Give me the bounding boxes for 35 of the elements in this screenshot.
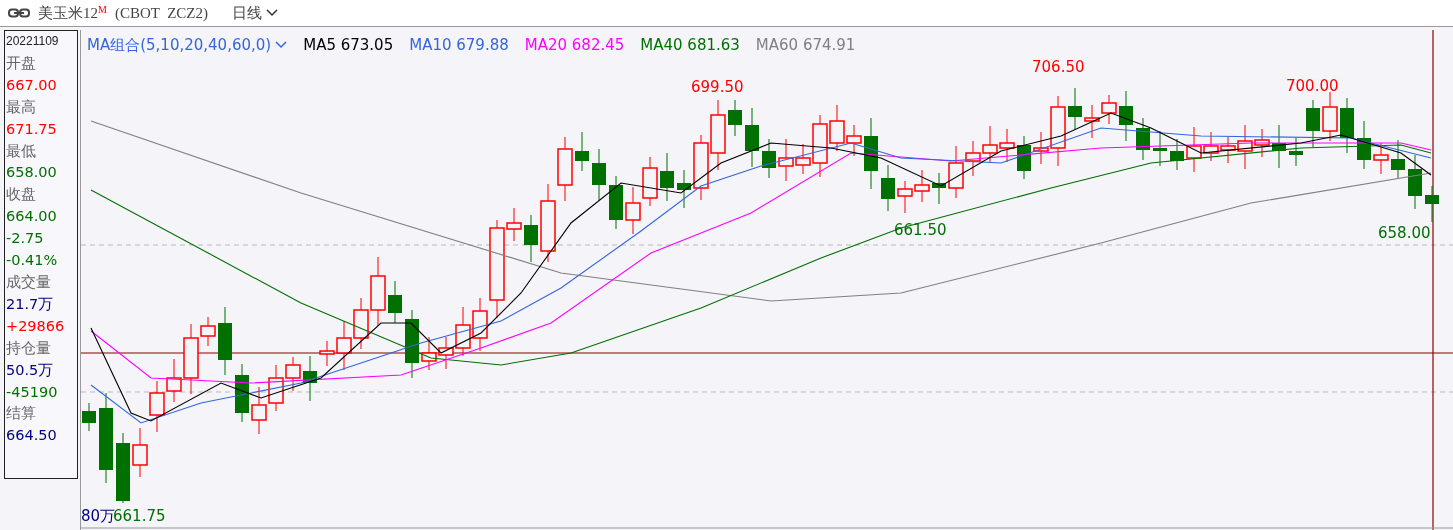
field-label: 最高 [6,97,37,117]
field-value: +29866 [6,316,66,336]
price-label: 661.50 [894,223,947,238]
field-label: 收盘 [6,185,37,205]
field-label: 结算 [6,404,37,424]
price-label: 706.50 [1032,60,1085,75]
price-label: 658.00 [1378,226,1431,241]
indicator-value: MA20 682.45 [524,35,625,56]
price-label: 699.50 [691,80,744,95]
indicator-selector[interactable]: MA组合(5,10,20,40,60,0) [87,34,288,57]
field-value: 664.50 [6,426,58,446]
field-value: 21.7万 [6,294,55,314]
indicator-value: MA60 674.91 [755,35,856,56]
period-dropdown[interactable]: 日线 [231,1,278,25]
field-label: 开盘 [6,53,37,73]
price-label: 661.75 [113,509,166,524]
field-value: 50.5万 [6,360,55,380]
field-label: 持仓量 [6,338,52,358]
field-value: 658.00 [6,163,58,183]
indicator-value: MA5 673.05 [303,35,394,56]
field-value: 664.00 [6,207,58,227]
instrument-code: (CBOT ZCZ2) [114,3,208,23]
field-value: 671.75 [6,119,58,139]
axis-label: 80万 [81,509,116,524]
field-value: -2.75 [6,229,45,249]
date-text: 20221109 [6,33,60,50]
field-value: -0.41% [6,251,59,271]
price-label: 700.00 [1286,79,1339,94]
field-value: -45190 [6,382,59,402]
field-label: 成交量 [6,272,52,292]
instrument-title: 美玉米12$^{M}$ [38,2,107,23]
field-label: 最低 [6,141,37,161]
indicator-value: MA40 681.63 [640,35,740,56]
field-value: 667.00 [6,75,58,95]
indicator-value: MA10 679.88 [409,35,509,56]
